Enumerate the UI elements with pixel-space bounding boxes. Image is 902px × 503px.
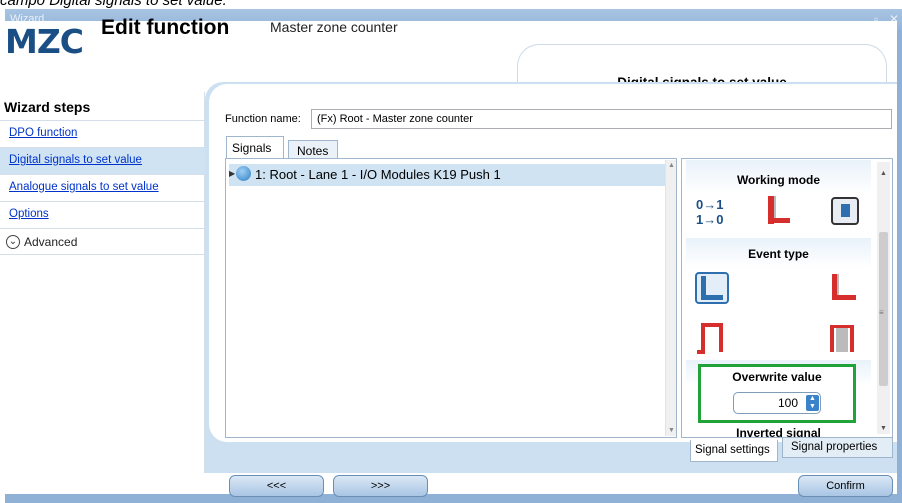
rising-edge-selected-icon[interactable] [695, 272, 729, 304]
tab-notes[interactable]: Notes [288, 140, 338, 159]
pulse-down-icon[interactable] [826, 322, 860, 354]
chevron-down-icon: ⌄ [6, 235, 20, 249]
svg-text:0→1: 0→1 [696, 197, 723, 212]
signal-row[interactable]: 1: Root - Lane 1 - I/O Modules K19 Push … [229, 164, 665, 186]
scroll-up-icon[interactable]: ▲ [668, 162, 675, 169]
working-mode-label: Working mode [736, 173, 821, 187]
signal-bulb-icon [236, 166, 251, 181]
overwrite-value-label: Overwrite value [732, 370, 822, 384]
step-digital-signals[interactable]: Digital signals to set value [0, 147, 205, 174]
toggle-01-icon[interactable]: 0→1 1→0 [693, 195, 727, 227]
confirm-button[interactable]: Confirm [798, 475, 893, 497]
row-expand-icon[interactable]: ▶ [229, 169, 235, 178]
wizard-steps-title: Wizard steps [4, 99, 91, 115]
step-options[interactable]: Options [0, 201, 205, 228]
tab-signal-properties[interactable]: Signal properties [782, 437, 893, 458]
grip-icon: ≡ [879, 308, 884, 317]
spinner-icon[interactable]: ▲ ▼ [806, 395, 819, 411]
falling-edge-icon[interactable] [826, 272, 860, 304]
signals-list [225, 158, 677, 438]
tab-signal-settings[interactable]: Signal settings [690, 440, 778, 462]
pulse-up-icon[interactable] [695, 322, 729, 354]
settings-scrollbar[interactable]: ▲ ▼ [877, 162, 890, 434]
step-analogue-signals[interactable]: Analogue signals to set value [0, 174, 205, 201]
step-dpo-function[interactable]: DPO function [0, 120, 205, 147]
page-title: Edit function [101, 16, 230, 39]
signals-scrollbar[interactable]: ▲ ▼ [665, 160, 676, 436]
scroll-down-icon[interactable]: ▼ [880, 425, 887, 432]
advanced-label: Advanced [24, 235, 78, 249]
caption-text: campo Digital signals to set value. [0, 0, 227, 9]
prev-button[interactable]: <<< [229, 475, 324, 497]
function-logo: MZC [5, 22, 84, 61]
next-button[interactable]: >>> [333, 475, 428, 497]
pulse-edge-icon[interactable] [760, 194, 794, 226]
page-subtitle: Master zone counter [270, 19, 398, 35]
function-name-input[interactable]: (Fx) Root - Master zone counter [311, 109, 892, 129]
scroll-up-icon[interactable]: ▲ [880, 170, 887, 177]
function-name-label: Function name: [225, 113, 301, 125]
switch-icon[interactable] [828, 195, 862, 227]
tab-signals[interactable]: Signals [226, 136, 284, 159]
event-type-label: Event type [748, 247, 809, 261]
wizard-steps-panel: Wizard steps DPO function Digital signal… [0, 92, 205, 473]
svg-text:1→0: 1→0 [696, 212, 723, 227]
advanced-toggle[interactable]: ⌄ Advanced [0, 228, 205, 255]
scroll-down-icon[interactable]: ▼ [668, 427, 675, 434]
